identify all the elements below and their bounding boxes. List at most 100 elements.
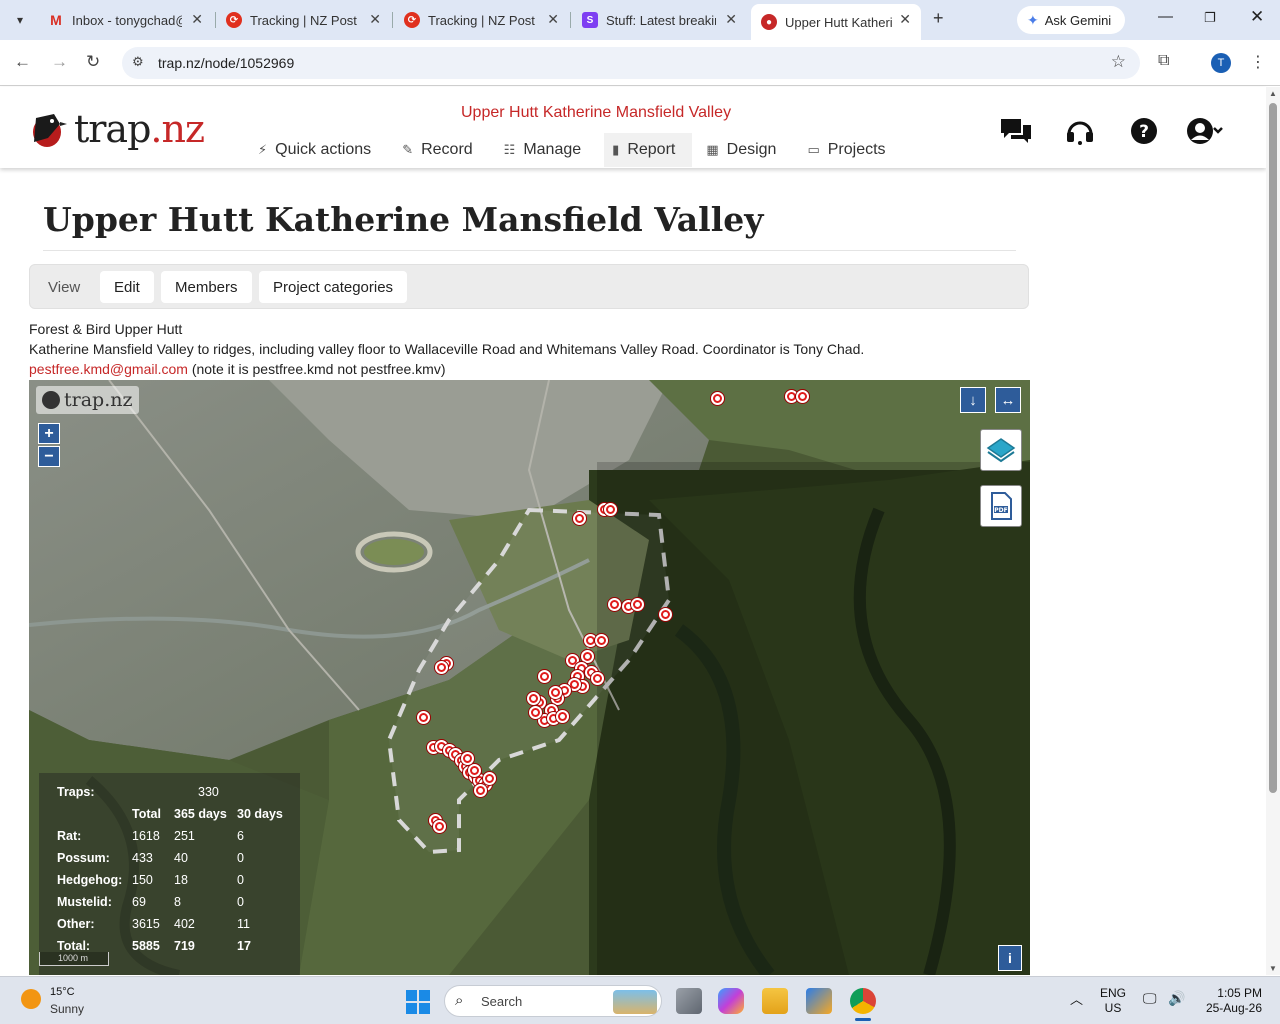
trap-marker[interactable]	[711, 392, 724, 405]
browser-menu-icon[interactable]: ⋮	[1250, 52, 1266, 72]
close-window-icon[interactable]: ✕	[1250, 7, 1264, 27]
tray-overflow-chevron-icon[interactable]: ︿	[1070, 992, 1083, 1007]
subtab-edit[interactable]: Edit	[100, 271, 154, 303]
trap-marker[interactable]	[608, 598, 621, 611]
forward-arrow-icon[interactable]: →	[51, 52, 68, 72]
browser-tab-nzpost-1[interactable]: ⟳ Tracking | NZ Post ✕	[216, 4, 391, 36]
trapnz-bird-icon	[33, 114, 67, 147]
trap-marker[interactable]	[659, 608, 672, 621]
nav-manage[interactable]: ☷ Manage	[496, 133, 598, 167]
chrome-icon[interactable]	[850, 988, 876, 1014]
new-tab-icon[interactable]: +	[933, 8, 944, 29]
trap-marker[interactable]	[433, 820, 446, 833]
clock[interactable]: 1:05 PM 25-Aug-26	[1200, 986, 1262, 1016]
language-indicator[interactable]: ENG US	[1100, 986, 1126, 1016]
trap-marker[interactable]	[461, 752, 474, 765]
trap-marker[interactable]	[417, 711, 430, 724]
trap-marker[interactable]	[595, 634, 608, 647]
help-icon[interactable]: ?	[1130, 117, 1158, 152]
media-player-icon[interactable]	[806, 988, 832, 1014]
subtab-view[interactable]: View	[34, 271, 94, 303]
contact-line: pestfree.kmd@gmail.com (note it is pestf…	[29, 361, 445, 377]
project-name-heading[interactable]: Upper Hutt Katherine Mansfield Valley	[461, 104, 731, 122]
bookmark-star-icon[interactable]: ☆	[1111, 52, 1126, 72]
trap-marker[interactable]	[549, 686, 562, 699]
profile-avatar[interactable]: T	[1211, 53, 1231, 73]
file-explorer-icon[interactable]	[762, 988, 788, 1014]
trap-marker[interactable]	[529, 706, 542, 719]
ask-gemini-button[interactable]: ✦ Ask Gemini	[1017, 6, 1125, 34]
trap-marker[interactable]	[581, 650, 594, 663]
site-info-icon[interactable]: ⚙	[132, 54, 144, 70]
browser-tab-gmail[interactable]: M Inbox - tonygchad@ ✕	[38, 4, 213, 36]
download-arrow-icon[interactable]: ↓	[960, 387, 986, 413]
trapnz-logo[interactable]: trap.nz	[26, 107, 205, 151]
support-headset-icon[interactable]	[1065, 117, 1095, 154]
lightning-icon: ⚡	[258, 142, 268, 157]
close-tab-icon[interactable]: ✕	[369, 11, 381, 28]
trap-marker[interactable]	[527, 692, 540, 705]
trap-marker[interactable]	[796, 390, 809, 403]
network-icon[interactable]: 🖵	[1143, 991, 1157, 1006]
layers-icon[interactable]	[980, 429, 1022, 471]
stats-cell-label: Mustelid:	[57, 895, 112, 909]
scrollbar-thumb[interactable]	[1269, 103, 1277, 793]
zoom-out-button[interactable]: −	[38, 446, 60, 467]
address-bar[interactable]: ⚙ trap.nz/node/1052969 ☆	[122, 47, 1140, 79]
trap-marker[interactable]	[435, 661, 448, 674]
subtab-members[interactable]: Members	[161, 271, 252, 303]
copilot-icon[interactable]	[718, 988, 744, 1014]
browser-tab-nzpost-2[interactable]: ⟳ Tracking | NZ Post ✕	[394, 4, 569, 36]
browser-tab-strip: ▾ M Inbox - tonygchad@ ✕ ⟳ Tracking | NZ…	[0, 0, 1280, 40]
trap-marker-center	[472, 768, 477, 773]
contact-email-link[interactable]: pestfree.kmd@gmail.com	[29, 361, 188, 377]
close-tab-icon[interactable]: ✕	[191, 11, 203, 28]
gemini-label: Ask Gemini	[1044, 12, 1112, 28]
user-account-icon[interactable]	[1186, 117, 1226, 152]
scroll-down-icon[interactable]: ▼	[1269, 964, 1277, 973]
volume-icon[interactable]: 🔊	[1168, 991, 1185, 1006]
browser-tab-stuff[interactable]: S Stuff: Latest breakin ✕	[572, 4, 747, 36]
fullwidth-arrows-icon[interactable]: ↔	[995, 387, 1021, 413]
trap-marker[interactable]	[604, 503, 617, 516]
nav-projects[interactable]: ▭ Projects	[799, 133, 902, 167]
task-view-icon[interactable]	[676, 988, 702, 1014]
zoom-in-button[interactable]: +	[38, 423, 60, 444]
trap-marker[interactable]	[483, 772, 496, 785]
scroll-up-icon[interactable]: ▲	[1269, 89, 1277, 98]
close-tab-icon[interactable]: ✕	[547, 11, 559, 28]
trap-marker[interactable]	[538, 670, 551, 683]
stats-cell-y365: 40	[174, 851, 188, 865]
trap-marker[interactable]	[556, 710, 569, 723]
weather-condition[interactable]: Sunny	[50, 1002, 84, 1016]
nav-quick-actions[interactable]: ⚡ Quick actions	[250, 133, 388, 167]
tab-search-dropdown-icon[interactable]: ▾	[8, 8, 32, 32]
reload-icon[interactable]: ↻	[86, 52, 100, 72]
taskbar-search-box[interactable]: ⌕ Search	[444, 985, 662, 1017]
nav-report[interactable]: ▮ Report	[604, 133, 693, 167]
restore-icon[interactable]: ❐	[1204, 10, 1216, 26]
trap-marker[interactable]	[591, 672, 604, 685]
page-scrollbar[interactable]: ▲ ▼	[1266, 87, 1280, 975]
nav-record[interactable]: ✎ Record	[394, 133, 489, 167]
subtab-project-categories[interactable]: Project categories	[259, 271, 408, 303]
windows-start-icon[interactable]	[406, 990, 430, 1014]
trap-marker[interactable]	[474, 784, 487, 797]
nav-label: Design	[726, 141, 777, 158]
trap-marker[interactable]	[468, 764, 481, 777]
trap-marker[interactable]	[573, 512, 586, 525]
weather-sun-icon[interactable]	[21, 989, 41, 1009]
extensions-puzzle-icon[interactable]: ⧉	[1158, 52, 1169, 70]
trap-map[interactable]: trap.nz + − ↓ ↔ PDF Traps: 330 Total 365…	[29, 380, 1030, 975]
map-info-button[interactable]: i	[998, 945, 1022, 971]
chat-bubbles-icon[interactable]	[999, 117, 1033, 154]
trap-marker[interactable]	[631, 598, 644, 611]
minimize-icon[interactable]: —	[1158, 8, 1173, 25]
weather-temperature[interactable]: 15°C	[50, 986, 75, 998]
back-arrow-icon[interactable]: ←	[14, 52, 31, 72]
close-tab-icon[interactable]: ✕	[899, 11, 911, 28]
browser-tab-trapnz-active[interactable]: ● Upper Hutt Katherin ✕	[751, 4, 921, 40]
close-tab-icon[interactable]: ✕	[725, 11, 737, 28]
pdf-export-icon[interactable]: PDF	[980, 485, 1022, 527]
nav-design[interactable]: ▦ Design	[698, 133, 793, 167]
